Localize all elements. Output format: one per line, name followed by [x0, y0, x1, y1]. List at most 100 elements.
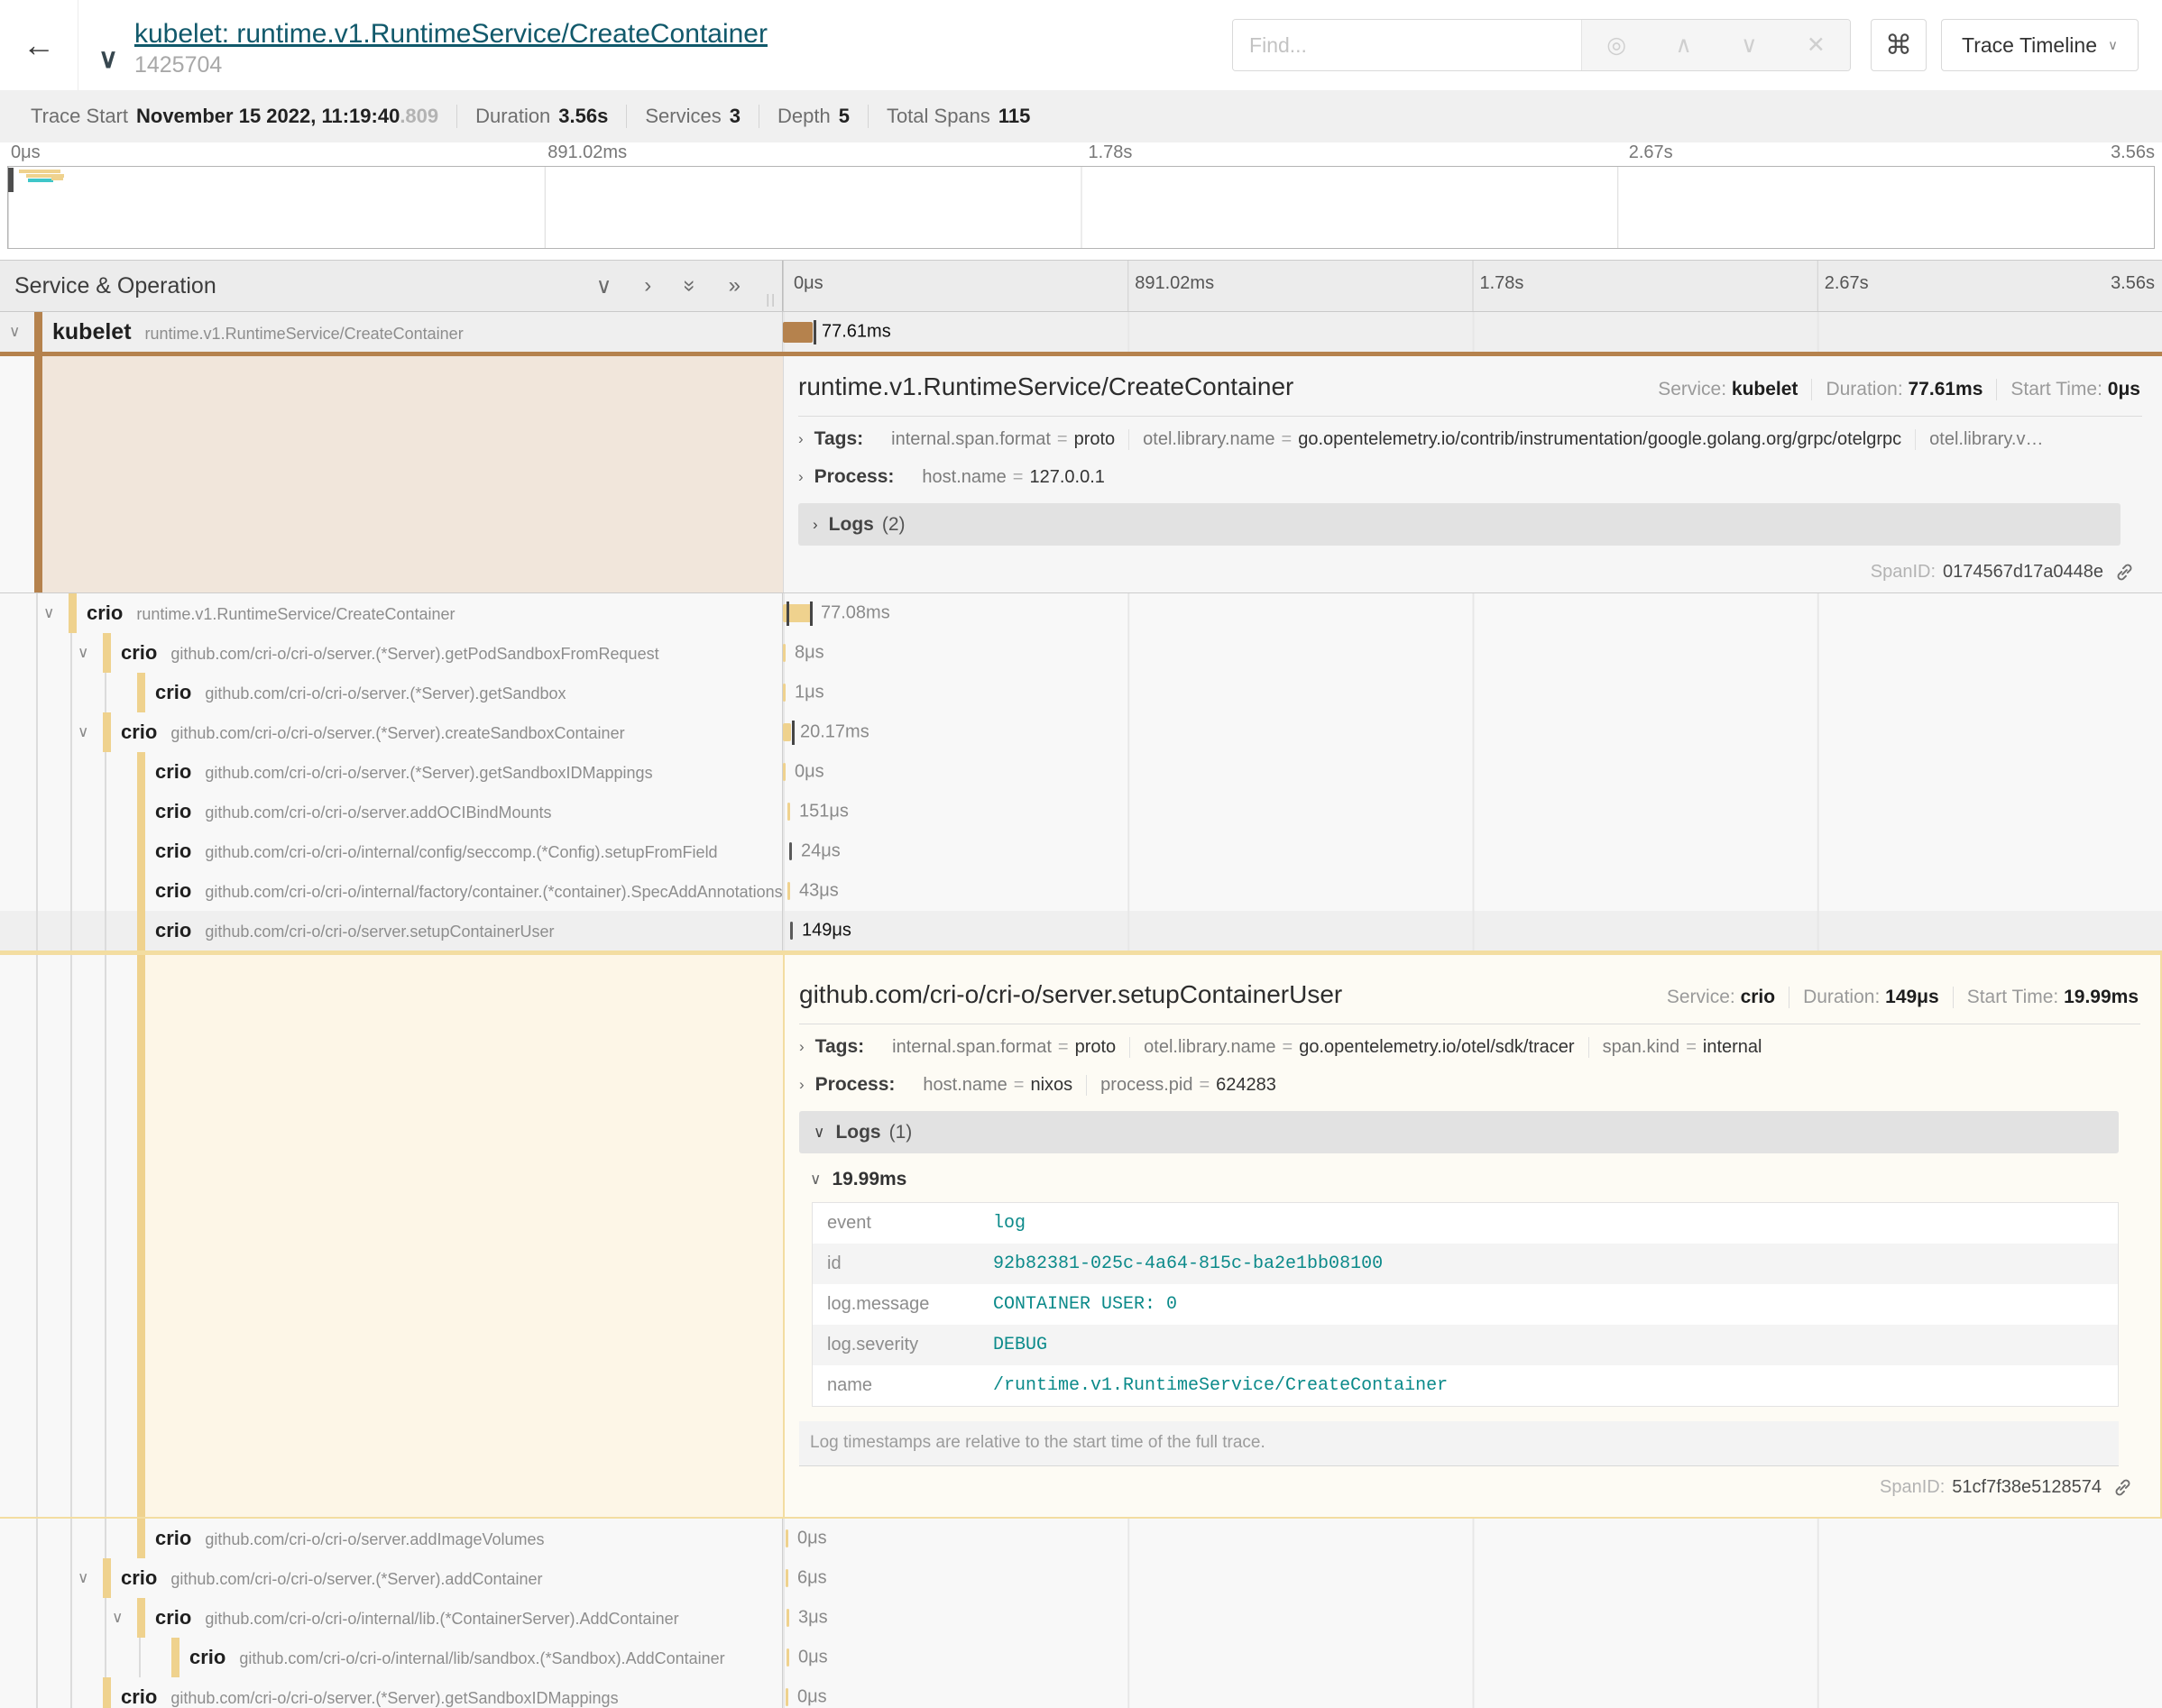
span-detail-panel-crio: github.com/cri-o/cri-o/server.setupConta… [0, 950, 2162, 1519]
back-button[interactable]: ← [0, 0, 78, 90]
detail-service: Service: crio [1653, 987, 1789, 1008]
log-field-row: name /runtime.v1.RuntimeService/CreateCo… [813, 1365, 2118, 1406]
span-name-cell[interactable]: ∨criogithub.com/cri-o/cri-o/server.(*Ser… [0, 1558, 783, 1598]
clear-search-icon[interactable]: ✕ [1807, 32, 1826, 59]
span-name-cell[interactable]: criogithub.com/cri-o/cri-o/server.(*Serv… [0, 673, 783, 712]
span-timeline-cell[interactable]: 3μs [783, 1598, 2162, 1638]
span-timeline-cell[interactable]: 149μs [783, 911, 2162, 950]
span-duration-label: 77.61ms [822, 322, 891, 343]
prev-result-icon[interactable]: ∧ [1675, 32, 1691, 59]
collapse-children-icon[interactable]: ∨ [78, 723, 88, 741]
collapse-one-icon[interactable]: ∨ [596, 273, 612, 299]
span-timeline-cell[interactable]: 24μs [783, 831, 2162, 871]
tree-guide [70, 1558, 72, 1598]
span-row[interactable]: criogithub.com/cri-o/cri-o/server.addOCI… [0, 792, 2162, 831]
ruler-tick: 891.02ms [547, 142, 627, 163]
column-resizer-handle[interactable]: || [766, 292, 777, 308]
span-name-cell[interactable]: criogithub.com/cri-o/cri-o/server.addOCI… [0, 792, 783, 831]
span-timeline-cell[interactable]: 0μs [783, 1638, 2162, 1677]
log-field-row: id 92b82381-025c-4a64-815c-ba2e1bb08100 [813, 1244, 2118, 1284]
trace-title-link[interactable]: kubelet: runtime.v1.RuntimeService/Creat… [134, 19, 768, 50]
span-timeline-cell[interactable]: 43μs [783, 871, 2162, 911]
collapse-all-icon[interactable]: » [677, 280, 703, 291]
span-row[interactable]: criogithub.com/cri-o/cri-o/internal/fact… [0, 871, 2162, 911]
next-result-icon[interactable]: ∨ [1741, 32, 1757, 59]
span-timeline-cell[interactable]: 77.61ms [783, 312, 2162, 352]
span-name-cell[interactable]: criogithub.com/cri-o/cri-o/server.addIma… [0, 1519, 783, 1558]
view-dropdown-button[interactable]: Trace Timeline ∨ [1941, 19, 2139, 71]
span-row[interactable]: criogithub.com/cri-o/cri-o/internal/conf… [0, 831, 2162, 871]
column-title: Service & Operation [14, 273, 216, 299]
span-name-cell[interactable]: ∨kubeletruntime.v1.RuntimeService/Create… [0, 312, 783, 352]
span-name-cell[interactable]: criogithub.com/cri-o/cri-o/server.(*Serv… [0, 752, 783, 792]
span-name-cell[interactable]: ∨criogithub.com/cri-o/cri-o/server.(*Ser… [0, 712, 783, 752]
find-input[interactable] [1233, 20, 1581, 70]
span-row[interactable]: ∨criogithub.com/cri-o/cri-o/server.(*Ser… [0, 633, 2162, 673]
collapse-children-icon[interactable]: ∨ [78, 644, 88, 662]
expand-all-icon[interactable]: » [729, 273, 741, 298]
viewport-drag-handle[interactable] [8, 168, 14, 192]
span-row[interactable]: criogithub.com/cri-o/cri-o/server.setupC… [0, 911, 2162, 950]
logs-toggle[interactable]: › Logs (2) [798, 503, 2121, 546]
trace-collapse-icon[interactable]: ∨ [98, 43, 118, 75]
span-timeline-cell[interactable]: 6μs [783, 1558, 2162, 1598]
span-duration-label: 24μs [801, 841, 841, 862]
span-name-cell[interactable]: criogithub.com/cri-o/cri-o/internal/lib/… [0, 1638, 783, 1677]
span-name-cell[interactable]: criogithub.com/cri-o/cri-o/server.(*Serv… [0, 1677, 783, 1708]
copy-link-icon[interactable] [2114, 562, 2135, 583]
service-name: crio [121, 641, 157, 665]
span-name-cell[interactable]: ∨criogithub.com/cri-o/cri-o/server.(*Ser… [0, 633, 783, 673]
locate-icon[interactable]: ◎ [1606, 32, 1626, 59]
tree-guide [105, 1598, 106, 1638]
span-row[interactable]: ∨crioruntime.v1.RuntimeService/CreateCon… [0, 593, 2162, 633]
span-row[interactable]: ∨criogithub.com/cri-o/cri-o/internal/lib… [0, 1598, 2162, 1638]
span-row[interactable]: criogithub.com/cri-o/cri-o/server.(*Serv… [0, 1677, 2162, 1708]
span-duration-label: 0μs [797, 1529, 827, 1549]
detail-tint-fill [42, 356, 783, 592]
span-name-cell[interactable]: criogithub.com/cri-o/cri-o/internal/fact… [0, 871, 783, 911]
process-row[interactable]: › Process: host.name=127.0.0.1 [798, 458, 2142, 496]
tags-row[interactable]: › Tags: internal.span.format=proto otel.… [798, 420, 2142, 458]
span-timeline-cell[interactable]: 20.17ms [783, 712, 2162, 752]
logs-toggle[interactable]: ∨ Logs (1) [799, 1111, 2119, 1153]
process-row[interactable]: › Process: host.name=nixos process.pid=6… [799, 1066, 2140, 1104]
span-row[interactable]: criogithub.com/cri-o/cri-o/server.addIma… [0, 1519, 2162, 1558]
trace-minimap[interactable] [7, 166, 2155, 249]
span-timeline-cell[interactable]: 8μs [783, 633, 2162, 673]
expand-one-icon[interactable]: › [644, 273, 651, 298]
span-row[interactable]: criogithub.com/cri-o/cri-o/internal/lib/… [0, 1638, 2162, 1677]
collapse-children-icon[interactable]: ∨ [112, 1609, 123, 1627]
span-row[interactable]: ∨criogithub.com/cri-o/cri-o/server.(*Ser… [0, 1558, 2162, 1598]
span-row[interactable]: ∨kubeletruntime.v1.RuntimeService/Create… [0, 312, 2162, 352]
log-entry-toggle[interactable]: ∨ 19.99ms [810, 1161, 2140, 1198]
collapse-children-icon[interactable]: ∨ [43, 604, 54, 622]
span-name-cell[interactable]: criogithub.com/cri-o/cri-o/internal/conf… [0, 831, 783, 871]
span-duration-label: 0μs [795, 762, 824, 783]
span-timeline-cell[interactable]: 0μs [783, 1677, 2162, 1708]
span-name-cell[interactable]: criogithub.com/cri-o/cri-o/server.setupC… [0, 911, 783, 950]
chevron-right-icon: › [798, 430, 804, 448]
span-name-cell[interactable]: ∨criogithub.com/cri-o/cri-o/internal/lib… [0, 1598, 783, 1638]
jaeger-trace-page: ← ∨ kubelet: runtime.v1.RuntimeService/C… [0, 0, 2162, 1708]
collapse-children-icon[interactable]: ∨ [9, 323, 20, 341]
span-row[interactable]: ∨criogithub.com/cri-o/cri-o/server.(*Ser… [0, 712, 2162, 752]
span-timeline-cell[interactable]: 151μs [783, 792, 2162, 831]
tree-guide [36, 1558, 38, 1598]
ruler-tick: 0μs [794, 273, 823, 294]
span-row[interactable]: criogithub.com/cri-o/cri-o/server.(*Serv… [0, 752, 2162, 792]
copy-link-icon[interactable] [2112, 1477, 2133, 1498]
span-timeline-cell[interactable]: 0μs [783, 752, 2162, 792]
tree-guide [70, 1677, 72, 1708]
span-row[interactable]: criogithub.com/cri-o/cri-o/server.(*Serv… [0, 673, 2162, 712]
span-timeline-cell[interactable]: 0μs [783, 1519, 2162, 1558]
span-name-cell[interactable]: ∨crioruntime.v1.RuntimeService/CreateCon… [0, 593, 783, 633]
span-timeline-cell[interactable]: 77.08ms [783, 593, 2162, 633]
tags-row[interactable]: › Tags: internal.span.format=proto otel.… [799, 1028, 2140, 1066]
service-name: crio [121, 721, 157, 744]
operation-name: github.com/cri-o/cri-o/server.setupConta… [205, 923, 554, 941]
span-timeline-cell[interactable]: 1μs [783, 673, 2162, 712]
keyboard-shortcuts-button[interactable]: ⌘ [1871, 19, 1927, 71]
tree-guide [36, 1598, 38, 1638]
tree-guide [70, 792, 72, 831]
collapse-children-icon[interactable]: ∨ [78, 1569, 88, 1587]
